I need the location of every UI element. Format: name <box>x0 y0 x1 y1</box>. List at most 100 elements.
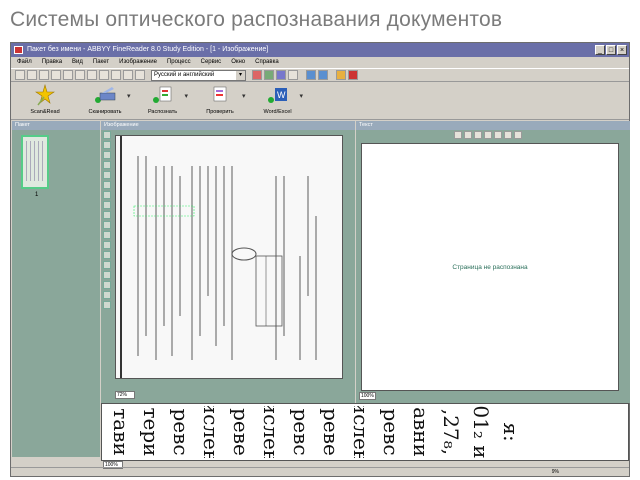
text-panel-header: Текст <box>356 121 630 130</box>
scan-button[interactable]: Сканировать <box>75 84 135 118</box>
new-icon[interactable] <box>15 70 25 80</box>
select-tool-icon[interactable] <box>103 131 111 139</box>
cut-icon[interactable] <box>111 70 121 80</box>
rotate-icon[interactable] <box>103 191 111 199</box>
language-select[interactable]: Русский и английский ▾ <box>151 69 246 81</box>
options-icon[interactable] <box>336 70 346 80</box>
zoom-text-column: авни <box>408 406 434 458</box>
menu-window[interactable]: Окно <box>231 57 245 68</box>
recognize-icon <box>152 86 171 103</box>
help-icon[interactable] <box>348 70 358 80</box>
recognize-button[interactable]: Распознать <box>133 84 193 118</box>
slide-title: Системы оптического распознавания докуме… <box>10 8 503 31</box>
zoom-text-column: ,27₈, <box>438 406 464 458</box>
zoom-word: ревс <box>379 408 403 456</box>
menu-help[interactable]: Справка <box>255 57 279 68</box>
text-view-icon[interactable] <box>276 70 286 80</box>
arrow-separator-icon: ▾ <box>242 93 246 100</box>
language-value: Русский и английский <box>154 71 215 78</box>
check-button[interactable]: Проверить <box>190 84 250 118</box>
page-thumbnail[interactable] <box>21 135 49 189</box>
menu-image[interactable]: Изображение <box>119 57 157 68</box>
cut-area-icon[interactable] <box>103 231 111 239</box>
menu-edit[interactable]: Правка <box>42 57 62 68</box>
zoom-word: ислен <box>349 406 373 458</box>
recognize-small-icon[interactable] <box>51 70 61 80</box>
check-label: Проверить <box>206 109 234 115</box>
image-icon[interactable] <box>103 301 111 309</box>
scanread-button[interactable]: Scan&Read <box>15 84 75 118</box>
scanned-page-image[interactable] <box>115 135 343 379</box>
word-export-button[interactable]: W Word/Excel <box>248 84 308 118</box>
application-window: Пакет без имени - ABBYY FineReader 8.0 S… <box>10 42 630 477</box>
menu-view[interactable]: Вид <box>72 57 83 68</box>
menu-process[interactable]: Процесс <box>167 57 191 68</box>
status-bar: 9% <box>11 467 629 476</box>
zoom-view-icon[interactable] <box>288 70 298 80</box>
page-number: 1 <box>35 192 39 198</box>
scan-label: Сканировать <box>88 109 122 115</box>
add-area-icon[interactable] <box>103 221 111 229</box>
table-area-icon[interactable] <box>103 151 111 159</box>
image-zoom-field[interactable]: 72% <box>115 391 135 399</box>
undo-icon[interactable] <box>87 70 97 80</box>
zoom-word: ислен <box>259 406 283 458</box>
italic-icon[interactable] <box>464 131 472 139</box>
flip-icon[interactable] <box>103 201 111 209</box>
maximize-button[interactable]: □ <box>606 45 616 55</box>
menu-batch[interactable]: Пакет <box>93 57 109 68</box>
hand-icon[interactable] <box>103 181 111 189</box>
table-icon[interactable] <box>514 131 522 139</box>
analyze-icon[interactable] <box>103 251 111 259</box>
menu-tools[interactable]: Сервис <box>201 57 222 68</box>
recognized-text-area[interactable]: Страница не распознана <box>361 143 619 391</box>
app-icon <box>14 46 23 54</box>
image-panel: Изображение 72% <box>101 121 355 403</box>
picture-area-icon[interactable] <box>103 161 111 169</box>
grid-icon[interactable] <box>103 271 111 279</box>
paste-icon[interactable] <box>135 70 145 80</box>
window-titlebar[interactable]: Пакет без имени - ABBYY FineReader 8.0 S… <box>11 43 629 57</box>
save-icon[interactable] <box>75 70 85 80</box>
underline-icon[interactable] <box>474 131 482 139</box>
zoom-window[interactable]: тави тери ревс ислен реве ислен ревс реве ислен р… <box>101 403 629 461</box>
zoom-word: тери <box>139 407 163 457</box>
arrow-separator-icon: ▾ <box>127 93 131 100</box>
open-icon[interactable] <box>27 70 37 80</box>
redo-icon[interactable] <box>99 70 109 80</box>
check-small-icon[interactable] <box>63 70 73 80</box>
word-export-icon: W <box>267 88 287 103</box>
text-area-icon[interactable] <box>103 141 111 149</box>
minimize-button[interactable]: _ <box>595 45 605 55</box>
menu-file[interactable]: Файл <box>17 57 32 68</box>
text-panel: Текст Страница не распознана 100% <box>356 121 630 403</box>
subscript-icon[interactable] <box>494 131 502 139</box>
chevron-down-icon[interactable]: ▾ <box>236 70 245 80</box>
order-icon[interactable] <box>103 241 111 249</box>
zoom-text-column: ревс <box>168 406 194 458</box>
property-icon[interactable] <box>103 261 111 269</box>
zoom-icon[interactable] <box>103 171 111 179</box>
zoom-text-column: ревс <box>288 406 314 458</box>
panels-icon[interactable] <box>306 70 316 80</box>
zoom-text-column: я: <box>498 406 524 458</box>
pencil-icon[interactable] <box>103 281 111 289</box>
superscript-icon[interactable] <box>484 131 492 139</box>
zoom-word: реве <box>319 408 343 456</box>
panels2-icon[interactable] <box>318 70 328 80</box>
text-zoom-field[interactable]: 100% <box>359 392 376 400</box>
not-recognized-message: Страница не распознана <box>452 264 528 271</box>
copy-icon[interactable] <box>123 70 133 80</box>
close-button[interactable]: × <box>617 45 627 55</box>
spell-icon[interactable] <box>504 131 512 139</box>
text-panel-footer: 100% <box>359 392 376 400</box>
page-icon[interactable] <box>103 291 111 299</box>
svg-text:W: W <box>277 90 286 100</box>
scanned-text-icon <box>120 136 317 378</box>
scan-small-icon[interactable] <box>39 70 49 80</box>
erase-icon[interactable] <box>103 211 111 219</box>
image-panel-header: Изображение <box>101 121 355 130</box>
image-view-icon[interactable] <box>264 70 274 80</box>
layout-icon[interactable] <box>252 70 262 80</box>
bold-icon[interactable] <box>454 131 462 139</box>
